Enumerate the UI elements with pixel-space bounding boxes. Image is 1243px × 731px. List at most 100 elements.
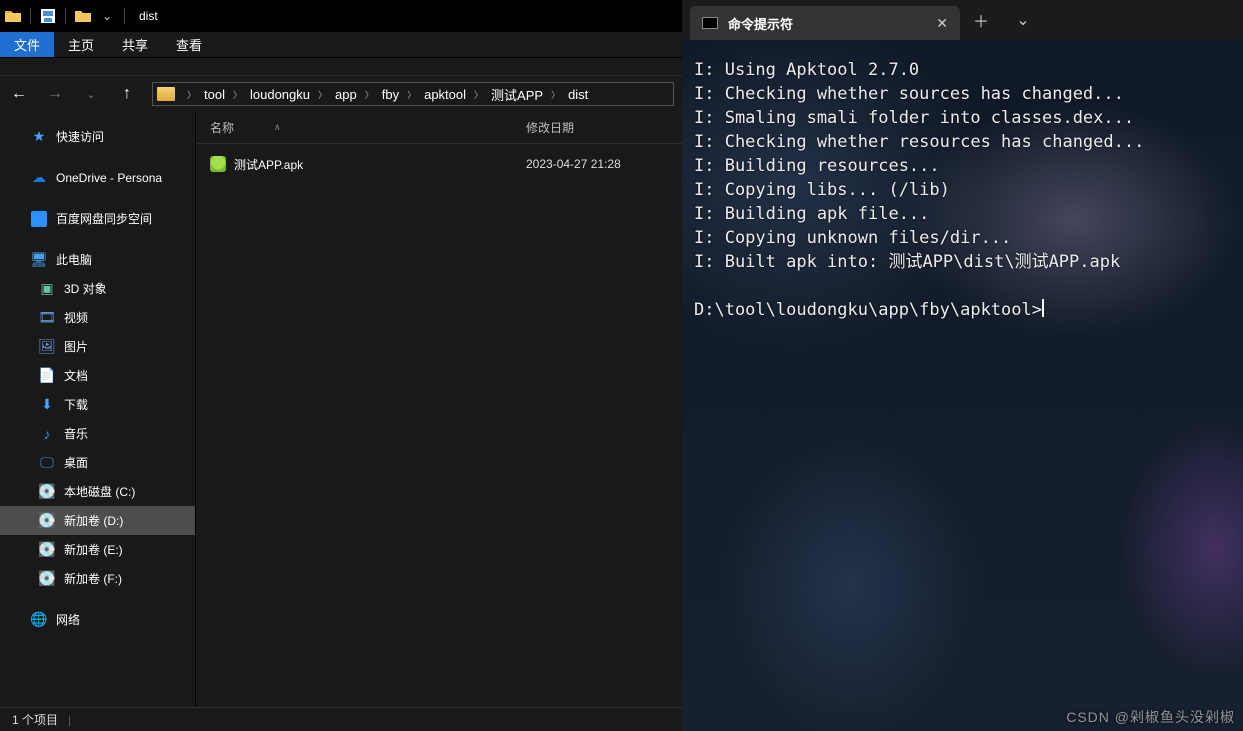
- sidebar-label: 百度网盘同步空间: [56, 210, 152, 227]
- sidebar-label: 下载: [64, 396, 88, 413]
- sidebar-baidu[interactable]: 百度网盘同步空间: [0, 204, 195, 233]
- close-tab-button[interactable]: ✕: [936, 15, 948, 32]
- status-item-count: 1 个项目: [12, 711, 58, 728]
- sidebar-disk-c[interactable]: 💽本地磁盘 (C:): [0, 477, 195, 506]
- sidebar-label: 文档: [64, 367, 88, 384]
- tab-dropdown-button[interactable]: ⌄: [1002, 0, 1044, 40]
- file-row[interactable]: 测试APP.apk 2023-04-27 21:28: [196, 152, 682, 176]
- download-icon: ⬇: [38, 396, 56, 414]
- overflow-icon[interactable]: ⌄: [98, 7, 116, 25]
- sidebar-onedrive[interactable]: ☁ OneDrive - Persona: [0, 163, 195, 192]
- file-name: 测试APP.apk: [234, 156, 303, 173]
- ribbon-tab-home[interactable]: 主页: [54, 32, 108, 57]
- apk-icon: [210, 156, 226, 172]
- recent-dropdown[interactable]: ⌄: [80, 88, 102, 101]
- chevron-right-icon[interactable]: 〉: [227, 88, 248, 101]
- sidebar-music[interactable]: ♪ 音乐: [0, 419, 195, 448]
- navigation-pane: ★快速访问 ☁OneDrive - Persona 百度网盘同步空间 🖥此电脑 …: [0, 112, 196, 707]
- breadcrumb-item[interactable]: tool: [202, 87, 227, 102]
- sidebar-label: 音乐: [64, 425, 88, 442]
- sidebar-label: 视频: [64, 309, 88, 326]
- file-explorer-window: ⌄ dist 文件 主页 共享 查看 ← → ⌄ ↑ 〉 tool 〉 loud…: [0, 0, 682, 731]
- column-header-row: 名称∧ 修改日期: [196, 112, 682, 144]
- up-button[interactable]: ↑: [116, 85, 138, 103]
- terminal-prompt: D:\tool\loudongku\app\fby\apktool>: [694, 300, 1042, 320]
- sidebar-downloads[interactable]: ⬇ 下载: [0, 390, 195, 419]
- column-header-date[interactable]: 修改日期: [516, 119, 682, 136]
- separator: [30, 8, 31, 24]
- sidebar-label: 3D 对象: [64, 280, 107, 297]
- sidebar-label: 图片: [64, 338, 88, 355]
- sidebar-this-pc[interactable]: 🖥此电脑: [0, 245, 195, 274]
- sidebar-disk-f[interactable]: 💽新加卷 (F:): [0, 564, 195, 593]
- separator: [65, 8, 66, 24]
- sidebar-network[interactable]: 🌐 网络: [0, 605, 195, 634]
- terminal-tab[interactable]: 命令提示符 ✕: [690, 6, 960, 40]
- chevron-right-icon[interactable]: 〉: [545, 88, 566, 101]
- ribbon-tab-view[interactable]: 查看: [162, 32, 216, 57]
- ribbon-tab-file[interactable]: 文件: [0, 32, 54, 57]
- save-icon[interactable]: [39, 7, 57, 25]
- terminal-line: I: Copying libs... (/lib): [694, 180, 950, 200]
- separator: |: [68, 713, 71, 727]
- breadcrumb-item[interactable]: 测试APP: [489, 85, 545, 104]
- cursor-icon: [1042, 299, 1044, 317]
- video-icon: 🎞: [38, 309, 56, 327]
- file-list[interactable]: 测试APP.apk 2023-04-27 21:28: [196, 144, 682, 707]
- terminal-output[interactable]: I: Using Apktool 2.7.0 I: Checking wheth…: [682, 40, 1243, 340]
- address-bar[interactable]: 〉 tool 〉 loudongku 〉 app 〉 fby 〉 apktool…: [152, 82, 674, 106]
- sidebar-label: OneDrive - Persona: [56, 171, 162, 185]
- column-header-name[interactable]: 名称∧: [196, 119, 516, 136]
- sidebar-3d-objects[interactable]: ▣ 3D 对象: [0, 274, 195, 303]
- sidebar-label: 网络: [56, 611, 80, 628]
- chevron-right-icon[interactable]: 〉: [401, 88, 422, 101]
- window-title: dist: [139, 9, 158, 23]
- sidebar-disk-e[interactable]: 💽 新加卷 (E:): [0, 535, 195, 564]
- cube-icon: ▣: [38, 280, 56, 298]
- desktop-icon: 🖵: [38, 454, 56, 472]
- sidebar-documents[interactable]: 📄文档: [0, 361, 195, 390]
- folder-icon-small[interactable]: [74, 7, 92, 25]
- chevron-right-icon[interactable]: 〉: [359, 88, 380, 101]
- terminal-titlebar[interactable]: 命令提示符 ✕ ＋ ⌄: [682, 0, 1243, 40]
- terminal-tab-title: 命令提示符: [728, 14, 926, 33]
- drive-icon: 💽: [38, 541, 56, 559]
- sidebar-label: 此电脑: [56, 251, 92, 268]
- explorer-body: ★快速访问 ☁OneDrive - Persona 百度网盘同步空间 🖥此电脑 …: [0, 112, 682, 707]
- sidebar-pictures[interactable]: 🖼图片: [0, 332, 195, 361]
- cloud-icon: ☁: [30, 169, 48, 187]
- network-icon: 🌐: [30, 611, 48, 629]
- terminal-line: I: Built apk into: 测试APP\dist\测试APP.apk: [694, 252, 1120, 272]
- sidebar-quick-access[interactable]: ★快速访问: [0, 122, 195, 151]
- explorer-titlebar[interactable]: ⌄ dist: [0, 0, 682, 32]
- nav-bar: ← → ⌄ ↑ 〉 tool 〉 loudongku 〉 app 〉 fby 〉…: [0, 76, 682, 112]
- terminal-line: I: Copying unknown files/dir...: [694, 228, 1011, 248]
- watermark: CSDN @剁椒鱼头没剁椒: [1066, 707, 1235, 727]
- chevron-right-icon[interactable]: 〉: [181, 88, 202, 101]
- sort-indicator-icon: ∧: [274, 122, 281, 133]
- sidebar-videos[interactable]: 🎞 视频: [0, 303, 195, 332]
- back-button[interactable]: ←: [8, 85, 30, 103]
- baidu-icon: [30, 210, 48, 228]
- terminal-line: I: Checking whether resources has change…: [694, 132, 1144, 152]
- chevron-right-icon[interactable]: 〉: [312, 88, 333, 101]
- terminal-line: I: Building apk file...: [694, 204, 929, 224]
- forward-button[interactable]: →: [44, 85, 66, 103]
- chevron-right-icon[interactable]: 〉: [468, 88, 489, 101]
- breadcrumb-item[interactable]: dist: [566, 87, 590, 102]
- breadcrumb-item[interactable]: apktool: [422, 87, 468, 102]
- new-tab-button[interactable]: ＋: [960, 0, 1002, 40]
- terminal-line: I: Using Apktool 2.7.0: [694, 60, 919, 80]
- breadcrumb-item[interactable]: fby: [380, 87, 401, 102]
- sidebar-label: 新加卷 (E:): [64, 541, 123, 558]
- sidebar-disk-d[interactable]: 💽新加卷 (D:): [0, 506, 195, 535]
- breadcrumb-item[interactable]: loudongku: [248, 87, 312, 102]
- drive-icon: 💽: [38, 570, 56, 588]
- separator: [124, 8, 125, 24]
- music-icon: ♪: [38, 425, 56, 443]
- ribbon-sub: [0, 58, 682, 76]
- breadcrumb-item[interactable]: app: [333, 87, 359, 102]
- ribbon-tab-share[interactable]: 共享: [108, 32, 162, 57]
- folder-icon: [4, 7, 22, 25]
- sidebar-desktop[interactable]: 🖵桌面: [0, 448, 195, 477]
